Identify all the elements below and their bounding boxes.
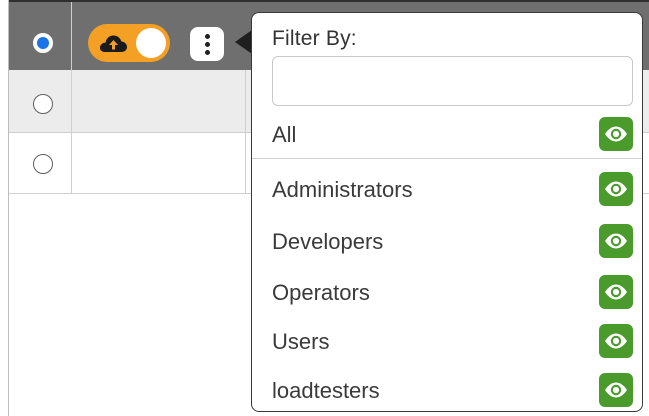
row-select-radio[interactable] [33, 154, 53, 174]
filter-item-all: All [272, 116, 634, 152]
upload-toggle[interactable] [88, 24, 170, 62]
kebab-menu-button[interactable] [190, 27, 224, 61]
filter-item-label: loadtesters [272, 378, 380, 403]
select-all-radio[interactable] [33, 33, 53, 53]
column-divider [71, 2, 72, 193]
kebab-dot [205, 50, 210, 55]
eye-icon [605, 382, 627, 398]
toggle-visibility-users-button[interactable] [599, 324, 633, 358]
eye-icon [605, 126, 627, 142]
eye-icon [605, 233, 627, 249]
toggle-visibility-administrators-button[interactable] [599, 172, 633, 206]
kebab-dot [205, 42, 210, 47]
filter-item-label: All [272, 122, 297, 147]
filter-item-operators: Operators [272, 274, 634, 310]
filter-by-label: Filter By: [272, 27, 357, 50]
toggle-visibility-loadtesters-button[interactable] [599, 373, 633, 407]
filter-separator [252, 158, 642, 159]
filter-item-users: Users [272, 323, 634, 359]
filter-item-developers: Developers [272, 223, 634, 259]
filter-item-label: Users [272, 329, 330, 354]
filter-item-loadtesters: loadtesters [272, 372, 634, 408]
eye-icon [605, 181, 627, 197]
filter-item-administrators: Administrators [272, 171, 634, 207]
filter-item-label: Developers [272, 229, 384, 254]
kebab-menu-icon [205, 34, 210, 39]
toggle-visibility-all-button[interactable] [599, 117, 633, 151]
toggle-visibility-operators-button[interactable] [599, 275, 633, 309]
filter-item-label: Administrators [272, 177, 413, 202]
row-select-radio[interactable] [33, 94, 53, 114]
toggle-visibility-developers-button[interactable] [599, 224, 633, 258]
popover-arrow [235, 30, 252, 54]
filter-input[interactable] [272, 56, 633, 106]
toggle-knob [136, 28, 166, 58]
filter-popover: Filter By: All Administrators Developers [251, 12, 643, 412]
column-divider [245, 70, 246, 193]
cloud-upload-icon [99, 35, 127, 52]
eye-icon [605, 333, 627, 349]
filter-item-label: Operators [272, 280, 370, 305]
eye-icon [605, 284, 627, 300]
